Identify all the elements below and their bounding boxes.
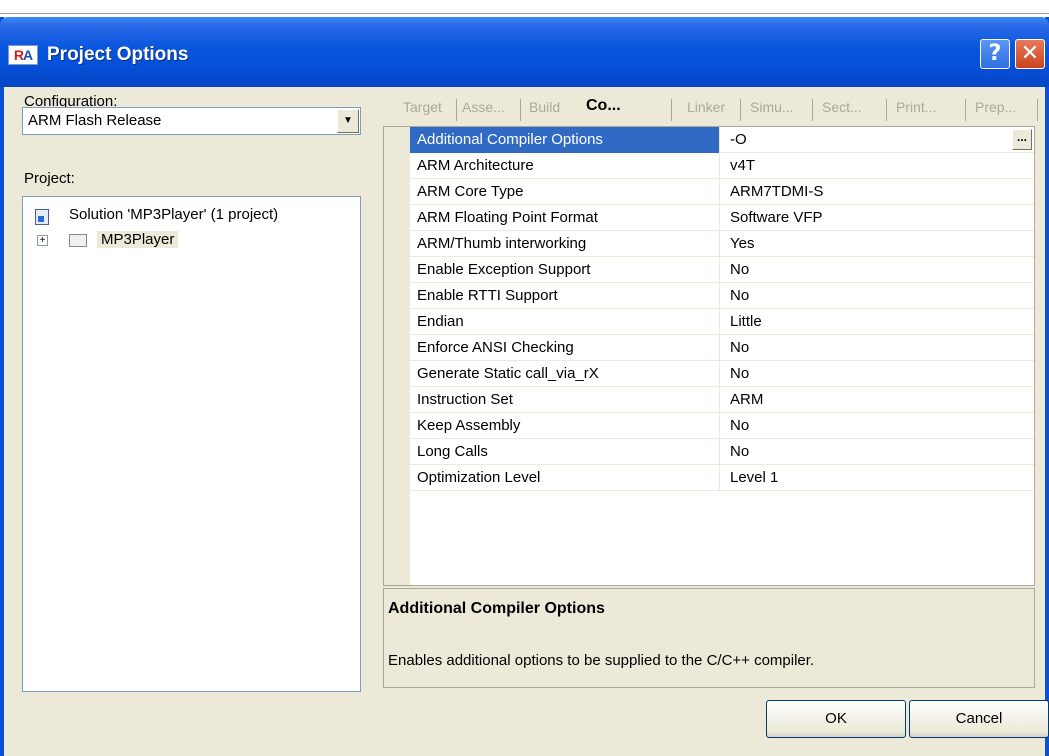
property-row[interactable]: Enable Exception Support No <box>410 257 1034 283</box>
tab-divider <box>886 99 887 121</box>
property-name: Optimization Level <box>410 465 720 491</box>
property-row[interactable]: Generate Static call_via_rX No <box>410 361 1034 387</box>
property-value[interactable]: Software VFP <box>723 205 1013 231</box>
property-name: Additional Compiler Options <box>410 127 720 153</box>
project-label: Project: <box>24 170 75 187</box>
tab-divider <box>456 99 457 121</box>
property-row[interactable]: Instruction Set ARM <box>410 387 1034 413</box>
property-value[interactable]: Level 1 <box>723 465 1013 491</box>
property-value[interactable]: Little <box>723 309 1013 335</box>
property-name: Enable Exception Support <box>410 257 720 283</box>
property-value[interactable]: ARM <box>723 387 1013 413</box>
cancel-button[interactable]: Cancel <box>909 700 1049 738</box>
tab-divider <box>965 99 966 121</box>
property-name: ARM Floating Point Format <box>410 205 720 231</box>
ellipsis-button[interactable]: ... <box>1012 129 1032 150</box>
tab-build[interactable]: Build <box>529 99 560 115</box>
tab-divider <box>520 99 521 121</box>
property-name: Generate Static call_via_rX <box>410 361 720 387</box>
property-row[interactable]: ARM Floating Point Format Software VFP <box>410 205 1034 231</box>
property-row[interactable]: ARM Architecture v4T <box>410 153 1034 179</box>
grid-margin <box>384 127 410 585</box>
top-strip <box>0 0 1049 14</box>
help-button[interactable]: ? <box>980 39 1010 69</box>
tab-divider <box>1037 99 1038 121</box>
property-row[interactable]: Enforce ANSI Checking No <box>410 335 1034 361</box>
chevron-down-icon[interactable]: ▼ <box>337 109 359 133</box>
property-row[interactable]: Additional Compiler Options -O ... <box>410 127 1034 153</box>
property-name: Enable RTTI Support <box>410 283 720 309</box>
property-name: Long Calls <box>410 439 720 465</box>
tab-linker[interactable]: Linker <box>687 99 725 115</box>
tab-divider <box>671 99 672 121</box>
tab-compiler[interactable]: Co... <box>586 97 621 115</box>
property-value[interactable]: No <box>723 335 1013 361</box>
project-node-label: MP3Player <box>97 231 179 248</box>
solution-icon <box>35 209 49 225</box>
description-title: Additional Compiler Options <box>388 600 605 617</box>
project-tree[interactable]: Solution 'MP3Player' (1 project) + MP3Pl… <box>22 196 361 692</box>
close-button[interactable]: ✕ <box>1015 39 1045 69</box>
property-grid[interactable]: Additional Compiler Options -O ... ARM A… <box>383 126 1035 586</box>
description-text: Enables additional options to be supplie… <box>388 652 815 669</box>
property-row[interactable]: ARM/Thumb interworking Yes <box>410 231 1034 257</box>
tab-preprocessor[interactable]: Prep... <box>975 99 1016 115</box>
property-name: Endian <box>410 309 720 335</box>
property-value[interactable]: -O <box>723 127 1013 153</box>
app-logo-icon: RA <box>8 45 38 65</box>
property-row[interactable]: Long Calls No <box>410 439 1034 465</box>
tab-target[interactable]: Target <box>403 99 442 115</box>
property-name: Enforce ANSI Checking <box>410 335 720 361</box>
tab-simulator[interactable]: Simu... <box>750 99 794 115</box>
options-tabs: Target Asse... Build Co... Linker Simu..… <box>383 96 1041 126</box>
tab-divider <box>740 99 741 121</box>
property-value[interactable]: Yes <box>723 231 1013 257</box>
solution-label: Solution 'MP3Player' (1 project) <box>69 206 279 223</box>
property-value[interactable]: ARM7TDMI-S <box>723 179 1013 205</box>
property-row[interactable]: Keep Assembly No <box>410 413 1034 439</box>
property-name: ARM Core Type <box>410 179 720 205</box>
tree-item-solution[interactable]: Solution 'MP3Player' (1 project) <box>23 205 353 227</box>
window-title: Project Options <box>47 44 189 65</box>
configuration-value: ARM Flash Release <box>28 112 162 129</box>
property-value[interactable]: No <box>723 257 1013 283</box>
property-name: Keep Assembly <box>410 413 720 439</box>
property-row[interactable]: Optimization Level Level 1 <box>410 465 1034 491</box>
property-value[interactable]: No <box>723 413 1013 439</box>
property-value[interactable]: No <box>723 283 1013 309</box>
property-value[interactable]: No <box>723 439 1013 465</box>
tree-item-mp3player[interactable]: + MP3Player <box>23 230 353 252</box>
tab-printf[interactable]: Print... <box>896 99 936 115</box>
property-row[interactable]: Endian Little <box>410 309 1034 335</box>
property-name: ARM/Thumb interworking <box>410 231 720 257</box>
property-row[interactable]: Enable RTTI Support No <box>410 283 1034 309</box>
description-panel: Additional Compiler Options Enables addi… <box>383 588 1035 688</box>
project-icon <box>69 234 87 247</box>
property-value[interactable]: No <box>723 361 1013 387</box>
tab-sections[interactable]: Sect... <box>822 99 862 115</box>
tab-divider <box>812 99 813 121</box>
tab-assembler[interactable]: Asse... <box>462 99 505 115</box>
expand-icon[interactable]: + <box>37 235 48 246</box>
property-row[interactable]: ARM Core Type ARM7TDMI-S <box>410 179 1034 205</box>
property-value[interactable]: v4T <box>723 153 1013 179</box>
property-name: ARM Architecture <box>410 153 720 179</box>
ok-button[interactable]: OK <box>766 700 906 738</box>
property-name: Instruction Set <box>410 387 720 413</box>
configuration-select[interactable]: ARM Flash Release ▼ <box>22 107 361 135</box>
title-bar[interactable]: RA Project Options ? ✕ <box>0 17 1049 87</box>
